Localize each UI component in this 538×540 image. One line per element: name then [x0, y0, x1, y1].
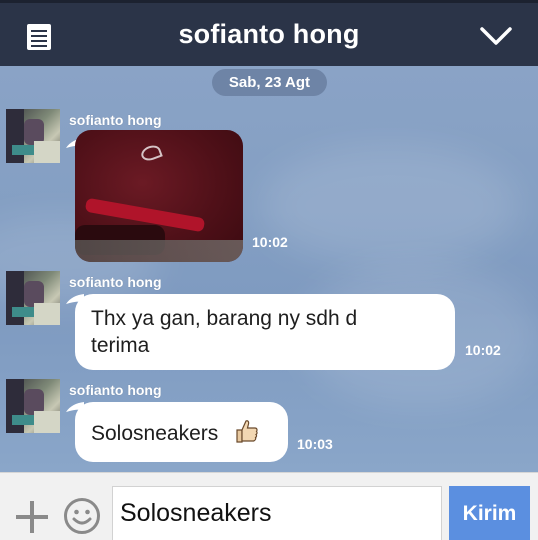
plus-icon[interactable]	[15, 500, 49, 534]
sender-name: sofianto hong	[69, 274, 162, 290]
sender-name: sofianto hong	[69, 112, 162, 128]
avatar[interactable]	[6, 379, 60, 433]
avatar[interactable]	[6, 271, 60, 325]
message-text: Solosneakers	[91, 422, 219, 445]
message-text: Thx ya gan, barang ny sdh d	[91, 307, 358, 330]
message-bubble[interactable]: Solosneakers	[75, 402, 288, 462]
message-time: 10:02	[465, 342, 501, 358]
chat-area[interactable]: Sab, 23 Agt sofianto hong 10:02 sofianto…	[0, 66, 538, 472]
smiley-icon[interactable]	[63, 497, 101, 535]
chat-header: sofianto hong	[0, 0, 538, 66]
message-input[interactable]: Solosneakers	[112, 486, 442, 540]
message-bubble[interactable]: Thx ya gan, barang ny sdh d terima	[75, 294, 455, 370]
image-message[interactable]	[75, 130, 243, 262]
send-button[interactable]: Kirim	[449, 486, 530, 540]
notes-icon[interactable]	[26, 23, 52, 51]
avatar[interactable]	[6, 109, 60, 163]
composer-bar: Solosneakers Kirim	[0, 472, 538, 540]
chevron-down-icon[interactable]	[480, 25, 512, 47]
message-time: 10:03	[297, 436, 333, 452]
message-time: 10:02	[252, 234, 288, 250]
message-text: terima	[91, 334, 150, 357]
date-separator: Sab, 23 Agt	[212, 69, 327, 96]
chat-title: sofianto hong	[178, 19, 360, 49]
thumbs-up-icon	[236, 420, 258, 443]
sender-name: sofianto hong	[69, 382, 162, 398]
